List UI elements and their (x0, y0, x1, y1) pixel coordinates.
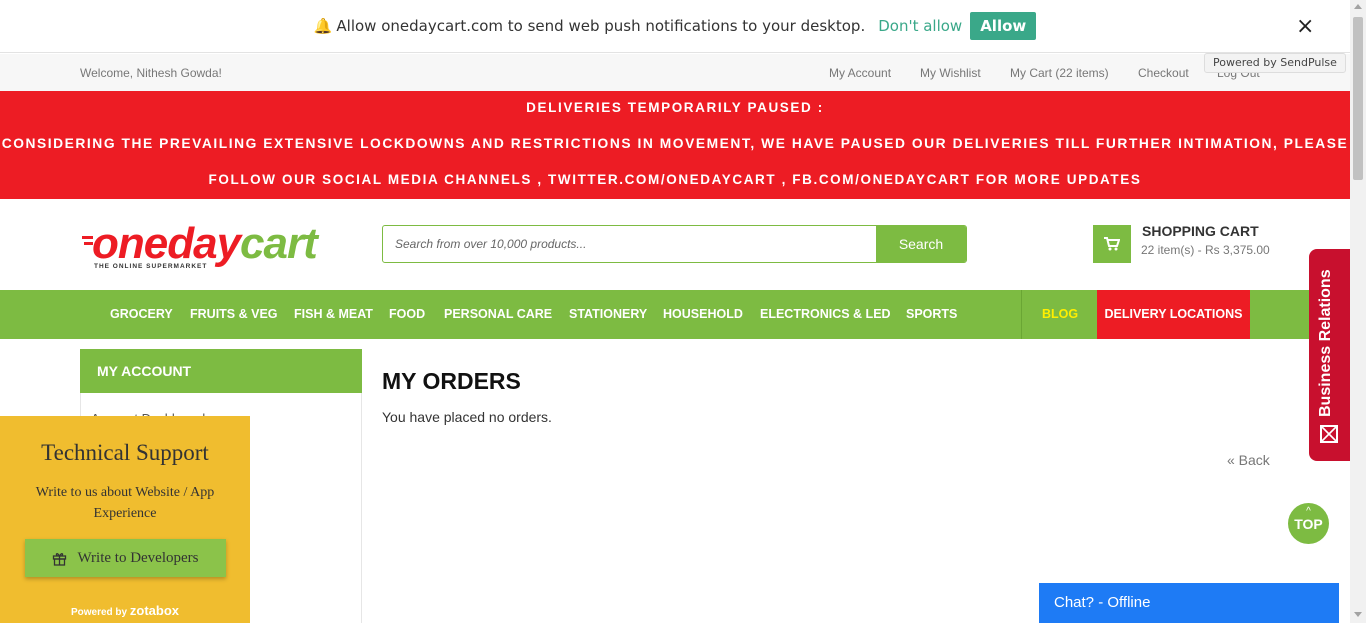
chevron-up-icon: ^ (1306, 506, 1311, 517)
page-scrollbar[interactable] (1350, 0, 1366, 623)
nav-household[interactable]: HOUSEHOLD (663, 290, 743, 339)
close-icon[interactable]: × (1296, 15, 1314, 39)
nav-fish-meat[interactable]: FISH & MEAT (294, 290, 373, 339)
page: 🔔 Allow onedaycart.com to send web push … (0, 0, 1366, 623)
dont-allow-button[interactable]: Don't allow (878, 17, 962, 35)
top-label: TOP (1294, 516, 1323, 532)
push-notification-bar: 🔔 Allow onedaycart.com to send web push … (0, 0, 1350, 53)
no-orders-message: You have placed no orders. (382, 409, 552, 425)
my-account-link[interactable]: My Account (829, 66, 891, 80)
logo-cart-text: cart (240, 219, 318, 268)
gift-icon (53, 552, 67, 566)
scroll-to-top-button[interactable]: ^ TOP (1288, 503, 1329, 544)
bell-icon: 🔔 (313, 17, 333, 35)
nav-divider (1021, 290, 1022, 339)
push-message: Allow onedaycart.com to send web push no… (336, 17, 866, 35)
welcome-text: Welcome, Nithesh Gowda! (80, 66, 222, 80)
banner-line-3: FOLLOW OUR SOCIAL MEDIA CHANNELS , TWITT… (208, 172, 1142, 187)
logo-wordmark: onedaycart (82, 221, 327, 267)
nav-food[interactable]: FOOD (389, 290, 425, 339)
nav-sports[interactable]: SPORTS (906, 290, 957, 339)
delivery-paused-banner: DELIVERIES TEMPORARILY PAUSED : CONSIDER… (0, 91, 1350, 199)
cart-icon[interactable] (1093, 225, 1131, 263)
support-title: Technical Support (41, 440, 209, 465)
business-relations-tab[interactable]: Business Relations (1309, 249, 1350, 461)
back-link[interactable]: « Back (1227, 452, 1270, 468)
support-text: Write to us about Website / App Experien… (35, 485, 215, 521)
logo-speed-lines-icon (82, 236, 93, 245)
write-to-developers-button[interactable]: Write to Developers (25, 539, 226, 577)
main-nav: GROCERY FRUITS & VEG FISH & MEAT FOOD PE… (0, 290, 1350, 339)
zotabox-brand: zotabox (129, 603, 180, 618)
search-button[interactable]: Search (876, 226, 966, 262)
my-cart-link[interactable]: My Cart (22 items) (1010, 66, 1109, 80)
scroll-up-arrow-icon[interactable] (1354, 4, 1362, 9)
search-box: Search (382, 225, 967, 263)
checkout-link[interactable]: Checkout (1138, 66, 1189, 80)
search-input[interactable] (383, 226, 877, 262)
nav-blog[interactable]: BLOG (1042, 290, 1078, 339)
my-account-heading: MY ACCOUNT (80, 349, 362, 393)
top-links-bar: Welcome, Nithesh Gowda! My Account My Wi… (0, 54, 1350, 91)
write-to-developers-label: Write to Developers (77, 550, 199, 566)
shopping-cart-title[interactable]: SHOPPING CART (1142, 223, 1259, 239)
scroll-thumb[interactable] (1353, 17, 1363, 180)
allow-button[interactable]: Allow (970, 12, 1037, 40)
sendpulse-badge[interactable]: Powered by SendPulse (1204, 53, 1346, 73)
banner-heading: DELIVERIES TEMPORARILY PAUSED : (526, 100, 824, 115)
cart-summary[interactable]: 22 item(s) - Rs 3,375.00 (1141, 243, 1270, 257)
onedaycart-logo[interactable]: onedaycart THE ONLINE SUPERMARKET (82, 221, 327, 271)
zotabox-prefix: Powered by (70, 607, 128, 618)
logo-one-text: oneday (92, 219, 241, 268)
technical-support-widget: Technical Support Write to us about Webs… (0, 416, 250, 623)
nav-electronics-led[interactable]: ELECTRONICS & LED (760, 290, 891, 339)
page-title: MY ORDERS (382, 368, 521, 394)
site-header: onedaycart THE ONLINE SUPERMARKET Search… (0, 199, 1350, 290)
business-relations-label: Business Relations (1317, 269, 1334, 417)
nav-grocery[interactable]: GROCERY (110, 290, 173, 339)
zotabox-badge[interactable]: Powered by zotabox (0, 603, 250, 618)
chat-widget[interactable]: Chat? - Offline (1039, 583, 1339, 623)
my-wishlist-link[interactable]: My Wishlist (920, 66, 981, 80)
nav-personal-care[interactable]: PERSONAL CARE (444, 290, 552, 339)
banner-line-2: CONSIDERING THE PREVAILING EXTENSIVE LOC… (1, 136, 1349, 151)
nav-stationery[interactable]: STATIONERY (569, 290, 647, 339)
nav-delivery-locations[interactable]: DELIVERY LOCATIONS (1097, 290, 1250, 339)
scroll-down-arrow-icon[interactable] (1354, 612, 1362, 617)
envelope-icon (1320, 425, 1338, 443)
nav-fruits-veg[interactable]: FRUITS & VEG (190, 290, 278, 339)
